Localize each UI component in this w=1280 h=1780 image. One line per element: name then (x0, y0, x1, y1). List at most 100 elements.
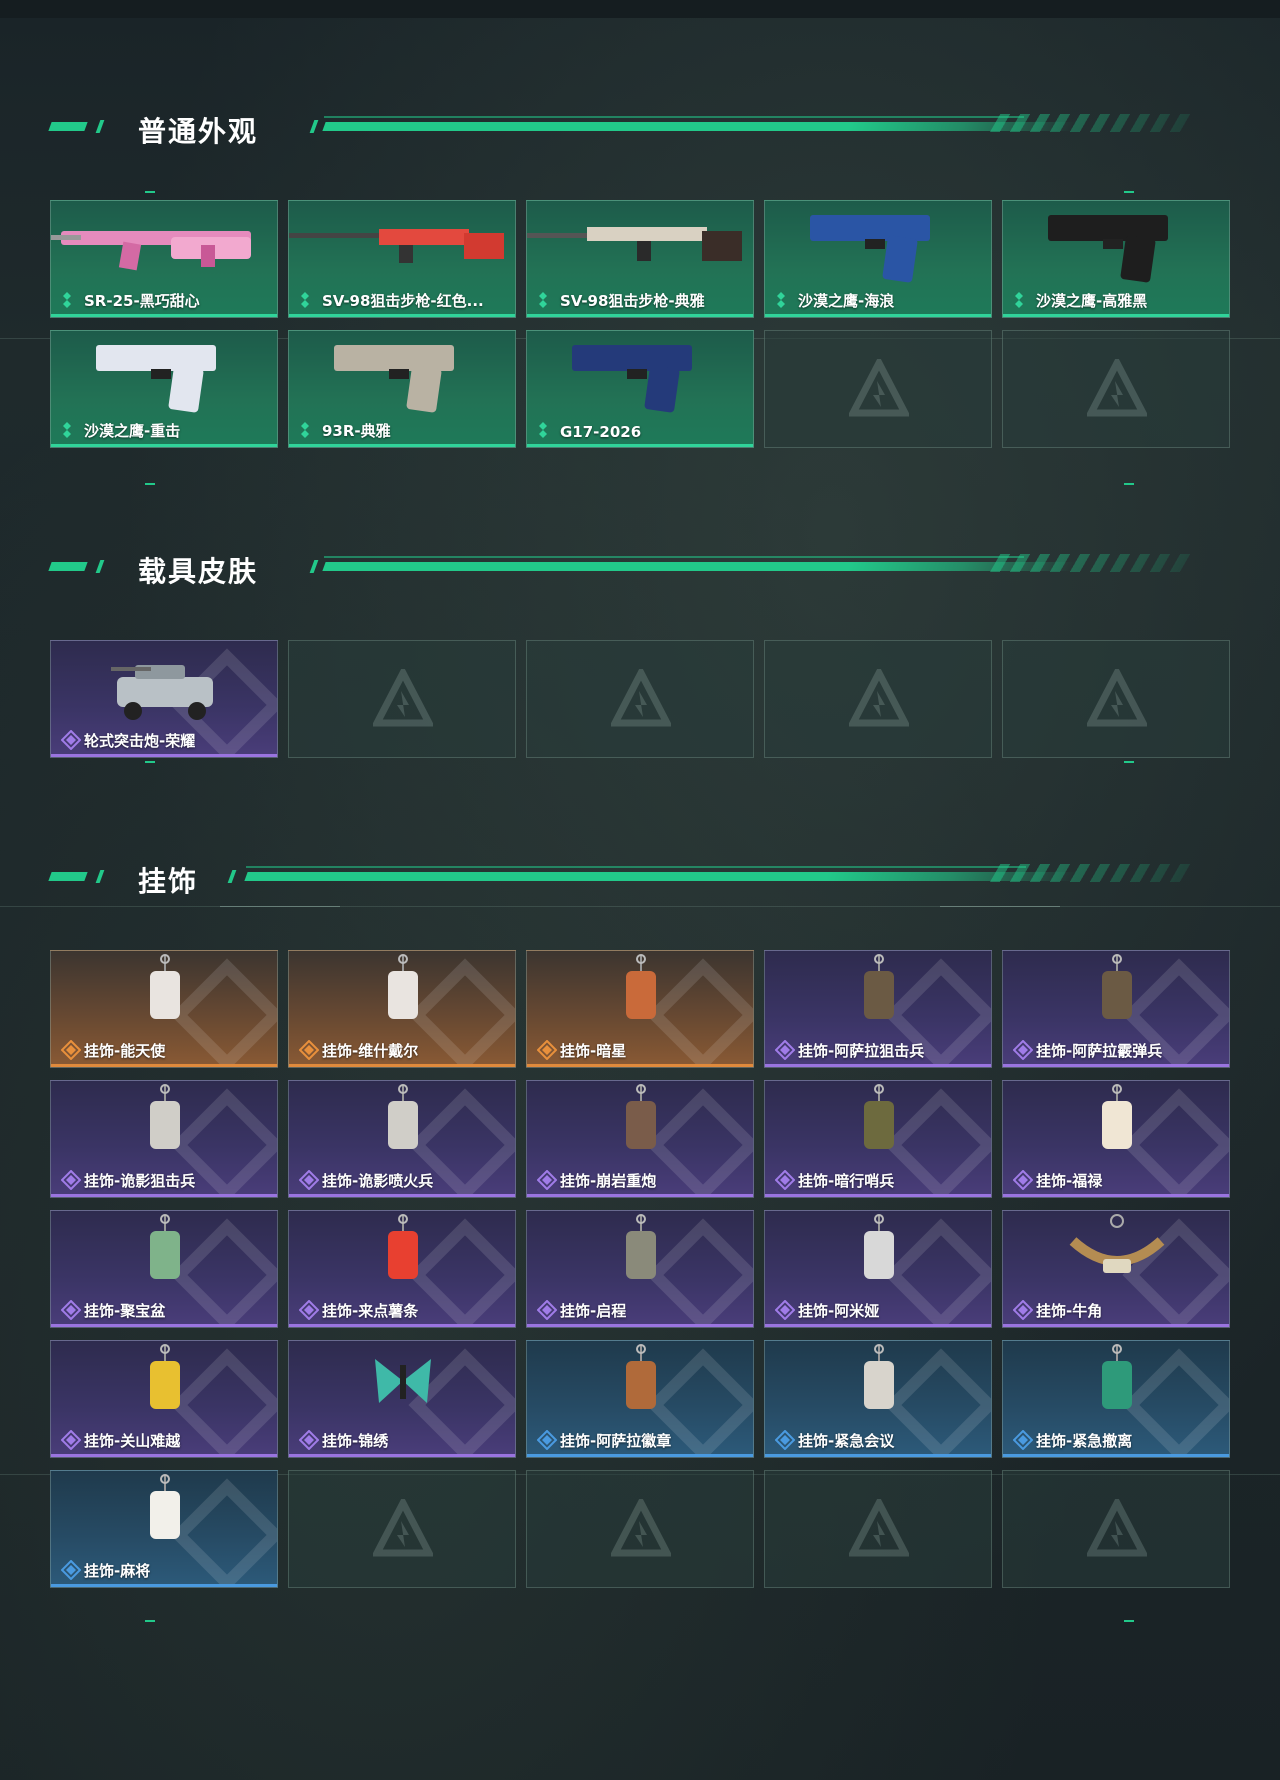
pistol-blue-icon (810, 215, 930, 283)
placeholder-logo-icon (1087, 669, 1147, 727)
item-card[interactable]: 挂饰-诡影狙击兵 (50, 1080, 278, 1198)
pistol-navy-icon (572, 345, 692, 413)
item-card[interactable]: SV-98狙击步枪-典雅 (526, 200, 754, 318)
rarity-bar (51, 1454, 277, 1457)
section-header-weapon-skins: 普通外观 (48, 110, 1201, 150)
item-card[interactable]: 挂饰-阿萨拉狙击兵 (764, 950, 992, 1068)
charm-badge-icon (626, 1344, 656, 1409)
charm-medal-icon (626, 1214, 656, 1279)
placeholder-logo-icon (373, 1499, 433, 1557)
rarity-diamond-icon (63, 292, 71, 308)
item-card[interactable]: 挂饰-崩岩重炮 (526, 1080, 754, 1198)
item-label: 挂饰-暗行哨兵 (798, 1172, 895, 1190)
item-card[interactable]: 挂饰-麻将 (50, 1470, 278, 1588)
rarity-diamond-icon (775, 1040, 795, 1060)
pistol-white-blue-icon (96, 345, 216, 413)
item-card[interactable]: 挂饰-聚宝盆 (50, 1210, 278, 1328)
rarity-bar (289, 314, 515, 317)
item-card[interactable]: 挂饰-福禄 (1002, 1080, 1230, 1198)
item-label: 挂饰-诡影狙击兵 (84, 1172, 196, 1190)
rarity-diamond-icon (61, 1430, 81, 1450)
rarity-bar (765, 314, 991, 317)
item-card[interactable]: 沙漠之鹰-高雅黑 (1002, 200, 1230, 318)
placeholder-logo-icon (1087, 359, 1147, 417)
item-card[interactable]: 93R-典雅 (288, 330, 516, 448)
item-label: SV-98狙击步枪-红色... (322, 292, 484, 310)
item-card[interactable]: 挂饰-维什戴尔 (288, 950, 516, 1068)
empty-slot (526, 640, 754, 758)
rarity-bar (1003, 1454, 1229, 1457)
charm-butterfly-icon (375, 1359, 431, 1403)
item-card[interactable]: 挂饰-牛角 (1002, 1210, 1230, 1328)
section-header-charms: 挂饰 (48, 860, 1201, 900)
rarity-diamond-icon (539, 292, 547, 308)
item-card[interactable]: 挂饰-紧急撤离 (1002, 1340, 1230, 1458)
rarity-bar (289, 1454, 515, 1457)
empty-slot (1002, 330, 1230, 448)
item-label: 挂饰-阿萨拉狙击兵 (798, 1042, 925, 1060)
charm-bunny-icon (864, 1214, 894, 1279)
sniper-white-icon (527, 227, 742, 261)
item-card[interactable]: 挂饰-暗行哨兵 (764, 1080, 992, 1198)
rarity-bar (527, 444, 753, 447)
item-card[interactable]: 挂饰-锦绣 (288, 1340, 516, 1458)
rarity-diamond-icon (1013, 1430, 1033, 1450)
item-label: 挂饰-聚宝盆 (84, 1302, 166, 1320)
rarity-diamond-icon (537, 1040, 557, 1060)
rarity-diamond-icon (537, 1300, 557, 1320)
item-card[interactable]: G17-2026 (526, 330, 754, 448)
placeholder-logo-icon (849, 669, 909, 727)
item-card[interactable]: 沙漠之鹰-海浪 (764, 200, 992, 318)
charm-exit-icon (1102, 1344, 1132, 1409)
pistol-tan-icon (334, 345, 454, 413)
item-label: 挂饰-福禄 (1036, 1172, 1103, 1190)
rarity-bar (51, 1064, 277, 1067)
item-label: 93R-典雅 (322, 422, 391, 440)
item-card[interactable]: 轮式突击炮-荣耀 (50, 640, 278, 758)
rarity-diamond-icon (299, 1300, 319, 1320)
item-card[interactable]: 挂饰-能天使 (50, 950, 278, 1068)
item-label: 挂饰-牛角 (1036, 1302, 1103, 1320)
charm-sentry-icon (864, 1084, 894, 1149)
rarity-diamond-icon (61, 1040, 81, 1060)
rarity-bar (1003, 1194, 1229, 1197)
top-bar (0, 0, 1280, 18)
item-card[interactable]: 挂饰-启程 (526, 1210, 754, 1328)
item-card[interactable]: 挂饰-来点薯条 (288, 1210, 516, 1328)
section-title: 挂饰 (138, 865, 199, 898)
item-card[interactable]: 挂饰-阿萨拉徽章 (526, 1340, 754, 1458)
rarity-diamond-icon (537, 1170, 557, 1190)
vehicle-skins-grid: 轮式突击炮-荣耀 (50, 640, 1230, 758)
item-card[interactable]: 挂饰-阿萨拉霰弹兵 (1002, 950, 1230, 1068)
item-label: 挂饰-阿萨拉霰弹兵 (1036, 1042, 1163, 1060)
item-card[interactable]: SV-98狙击步枪-红色... (288, 200, 516, 318)
rarity-bar (51, 444, 277, 447)
item-card[interactable]: 挂饰-诡影喷火兵 (288, 1080, 516, 1198)
rarity-bar (765, 1064, 991, 1067)
item-card[interactable]: 挂饰-暗星 (526, 950, 754, 1068)
rarity-diamond-icon (1013, 1040, 1033, 1060)
rarity-diamond-icon (61, 1560, 81, 1580)
item-label: 挂饰-来点薯条 (322, 1302, 419, 1320)
item-label: 挂饰-诡影喷火兵 (322, 1172, 434, 1190)
empty-slot (764, 1470, 992, 1588)
rarity-diamond-icon (299, 1170, 319, 1190)
rarity-diamond-icon (1015, 292, 1023, 308)
charm-tag-icon (388, 954, 418, 1019)
item-label: 挂饰-暗星 (560, 1042, 627, 1060)
rarity-diamond-icon (301, 292, 309, 308)
item-card[interactable]: SR-25-黑巧甜心 (50, 200, 278, 318)
item-label: SR-25-黑巧甜心 (84, 292, 200, 310)
item-card[interactable]: 挂饰-关山难越 (50, 1340, 278, 1458)
item-card[interactable]: 挂饰-紧急会议 (764, 1340, 992, 1458)
rarity-bar (527, 1064, 753, 1067)
item-label: G17-2026 (560, 423, 642, 441)
item-card[interactable]: 沙漠之鹰-重击 (50, 330, 278, 448)
section-title: 普通外观 (138, 115, 259, 148)
rarity-bar (765, 1194, 991, 1197)
rarity-bar (289, 444, 515, 447)
item-card[interactable]: 挂饰-阿米娅 (764, 1210, 992, 1328)
charm-fries-icon (388, 1214, 418, 1279)
item-label: 挂饰-崩岩重炮 (560, 1172, 657, 1190)
rarity-bar (289, 1324, 515, 1327)
